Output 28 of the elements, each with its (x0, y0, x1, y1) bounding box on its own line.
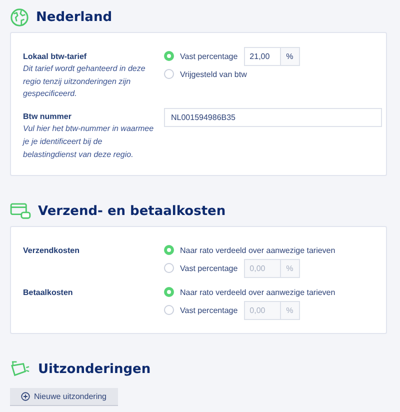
new-exception-button[interactable]: Nieuwe uitzondering (10, 388, 118, 406)
radio-button[interactable] (164, 245, 174, 256)
option-label[interactable]: Vast percentage (180, 52, 238, 60)
credit-card-icon (10, 202, 31, 220)
field-label: Verzendkosten (23, 245, 80, 258)
radio-button[interactable] (164, 287, 174, 298)
option-label[interactable]: Vrijgesteld van btw (180, 70, 247, 78)
radio-button[interactable] (164, 51, 174, 61)
input-field[interactable]: NL001594986B35 (164, 108, 382, 128)
radio-button[interactable] (164, 69, 174, 79)
option-label[interactable]: Vast percentage (180, 306, 238, 315)
field-label: Betaalkosten (23, 287, 74, 300)
section-title: Uitzonderingen (38, 362, 151, 377)
plus-icon (21, 392, 30, 402)
section-title: Verzend- en betaalkosten (38, 204, 226, 219)
globe-icon (10, 8, 29, 26)
field-description: Vul hier het btw-nummer in waarmee je je identificeert bij de belastingdienst van deze regio. (23, 123, 155, 161)
section-title: Nederland (36, 10, 112, 24)
field-description: Dit tarief wordt gehanteerd in deze regio tenzij uitzonderingen zijn gespecificeerd. (23, 63, 146, 100)
radio-button[interactable] (164, 305, 174, 316)
option-label[interactable]: Naar rato verdeeld over aanwezige tarieven (180, 288, 336, 297)
option-label[interactable]: Vast percentage (180, 264, 238, 273)
radio-button[interactable] (164, 263, 174, 274)
field-label: Lokaal btw-tarief (23, 51, 88, 63)
camera-icon (10, 360, 31, 379)
field-label: Btw nummer (23, 111, 72, 124)
percentage-field[interactable]: 21,00 % (244, 46, 300, 66)
option-label[interactable]: Naar rato verdeeld over aanwezige tarieven (180, 246, 336, 255)
